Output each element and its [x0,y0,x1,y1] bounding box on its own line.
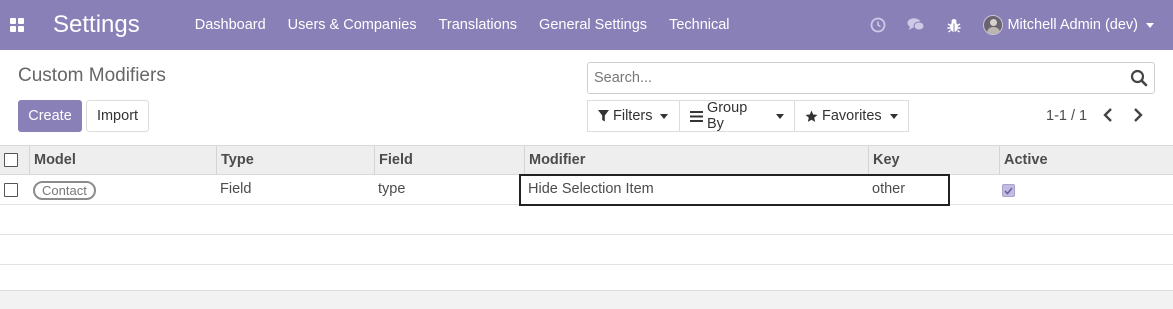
column-header-field[interactable]: Field [374,146,525,175]
chat-bubbles-icon [907,18,925,31]
model-badge[interactable]: Contact [33,181,96,200]
pager-next-button[interactable] [1127,104,1149,126]
menu-item-technical[interactable]: Technical [658,0,740,50]
import-button[interactable]: Import [86,100,149,132]
empty-table-row [0,235,1173,265]
bug-icon [947,18,961,33]
column-header-key[interactable]: Key [868,146,1000,175]
menu-item-general-settings[interactable]: General Settings [528,0,658,50]
search-input[interactable] [594,63,1124,93]
pager-value[interactable]: 1-1 / 1 [1046,108,1087,124]
chevron-down-icon [889,113,898,119]
app-brand[interactable]: Settings [53,11,140,39]
messaging-button[interactable] [897,0,935,50]
chevron-down-icon [660,113,669,119]
chevron-down-icon [1146,22,1154,28]
chevron-right-icon [1134,108,1143,122]
checkmark-icon [1004,186,1013,195]
cell-key[interactable]: other [872,175,905,204]
filter-icon [598,110,609,122]
menu-item-users-companies[interactable]: Users & Companies [277,0,428,50]
table-row[interactable]: Contact Field type Hide Selection Item o… [0,174,1173,206]
activity-clock-button[interactable] [859,0,897,50]
menu-item-translations[interactable]: Translations [428,0,528,50]
systray: Mitchell Admin (dev) [859,0,1173,50]
favorites-dropdown[interactable]: Favorites [794,100,909,132]
filters-dropdown[interactable]: Filters [587,100,680,132]
row-select-checkbox[interactable] [4,183,18,197]
table-footer [0,290,1173,309]
active-checkbox[interactable] [1002,184,1015,197]
avatar [983,15,1004,35]
chevron-left-icon [1103,108,1112,122]
search-icon[interactable] [1130,69,1148,87]
group-by-label: Group By [706,100,748,132]
top-navbar: Settings Dashboard Users & Companies Tra… [0,0,1173,50]
list-icon [690,110,703,122]
menu-item-dashboard[interactable]: Dashboard [184,0,277,50]
main-menu: Dashboard Users & Companies Translations… [184,0,741,50]
user-name: Mitchell Admin (dev) [1007,17,1138,33]
apps-menu-button[interactable] [0,0,34,50]
debug-mode-button[interactable] [935,0,973,50]
create-button[interactable]: Create [18,100,82,132]
clock-icon [871,17,886,33]
group-by-dropdown[interactable]: Group By [679,100,795,132]
cell-modifier[interactable]: Hide Selection Item [528,175,654,204]
filters-label: Filters [613,108,653,124]
cell-field[interactable]: type [378,175,405,204]
column-header-model[interactable]: Model [29,146,217,175]
favorites-label: Favorites [822,108,882,124]
column-header-type[interactable]: Type [216,146,375,175]
table-header: Model Type Field Modifier Key Active [0,145,1173,175]
empty-table-row [0,205,1173,235]
list-view-table: Model Type Field Modifier Key Active Con… [0,145,1173,265]
chevron-down-icon [776,113,784,119]
column-header-active[interactable]: Active [999,146,1173,175]
cell-type[interactable]: Field [220,175,251,204]
user-menu[interactable]: Mitchell Admin (dev) [973,0,1173,50]
star-icon [805,110,818,122]
column-header-modifier[interactable]: Modifier [524,146,869,175]
pager-previous-button[interactable] [1097,104,1119,126]
apps-grid-icon [10,18,24,32]
select-all-checkbox[interactable] [4,153,18,167]
search-bar [587,62,1155,94]
page-title: Custom Modifiers [18,65,166,86]
